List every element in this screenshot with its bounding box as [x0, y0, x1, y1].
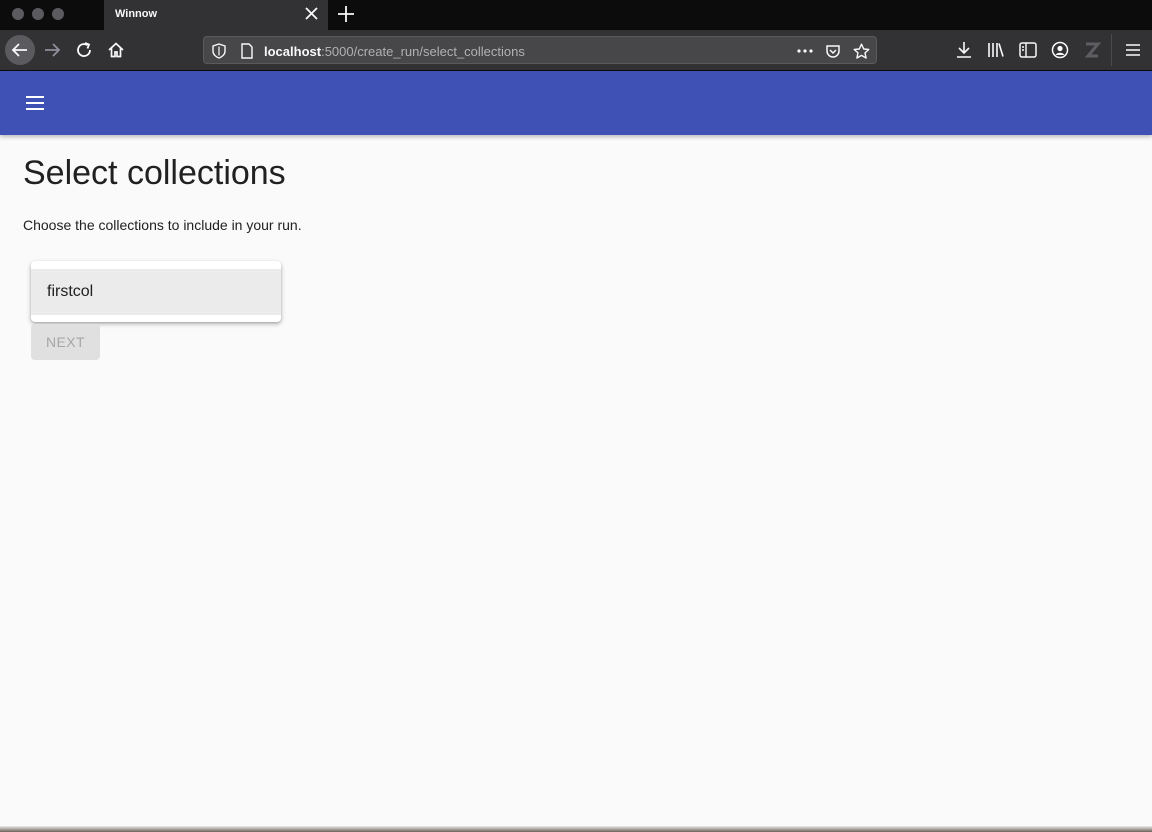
new-tab-icon[interactable] — [336, 3, 356, 25]
collection-label: firstcol — [47, 283, 94, 300]
page-title: Select collections — [23, 154, 286, 192]
more-dots-icon[interactable] — [796, 42, 814, 60]
pocket-icon[interactable] — [824, 42, 842, 60]
toolbar-divider — [1111, 34, 1112, 66]
url-bar[interactable]: localhost:5000/create_run/select_collect… — [203, 36, 877, 64]
back-arrow-icon[interactable] — [5, 35, 35, 65]
url-host: localhost — [264, 44, 322, 59]
library-icon[interactable] — [985, 40, 1007, 60]
app-bar — [0, 71, 1152, 135]
sidebar-icon[interactable] — [1017, 40, 1039, 60]
window-minimize-dot[interactable] — [32, 8, 44, 20]
list-item[interactable]: firstcol — [31, 269, 281, 315]
window-bottom-edge — [0, 826, 1152, 832]
browser-tab[interactable]: Winnow — [104, 0, 328, 30]
account-icon[interactable] — [1049, 40, 1071, 60]
instructions-text: Choose the collections to include in you… — [23, 217, 302, 233]
collection-list: firstcol — [31, 261, 281, 322]
url-text[interactable]: localhost:5000/create_run/select_collect… — [264, 44, 525, 59]
download-icon[interactable] — [953, 40, 975, 60]
tab-title: Winnow — [115, 8, 158, 20]
url-path: :5000/create_run/select_collections — [321, 44, 525, 59]
shield-icon[interactable] — [210, 42, 228, 60]
window-close-dot[interactable] — [12, 8, 24, 20]
hamburger-menu-icon[interactable] — [20, 88, 50, 118]
next-button[interactable]: NEXT — [31, 324, 100, 360]
forward-arrow-icon[interactable] — [38, 36, 66, 64]
extension-icon[interactable] — [1081, 40, 1103, 60]
tab-bar: Winnow — [0, 0, 1152, 30]
tab-close-icon[interactable] — [304, 4, 320, 24]
star-icon[interactable] — [852, 42, 870, 60]
reload-icon[interactable] — [70, 36, 98, 64]
page-icon[interactable] — [238, 42, 256, 60]
browser-toolbar: localhost:5000/create_run/select_collect… — [0, 30, 1152, 71]
app-menu-icon[interactable] — [1122, 40, 1144, 60]
home-icon[interactable] — [102, 36, 130, 64]
window-zoom-dot[interactable] — [52, 8, 64, 20]
